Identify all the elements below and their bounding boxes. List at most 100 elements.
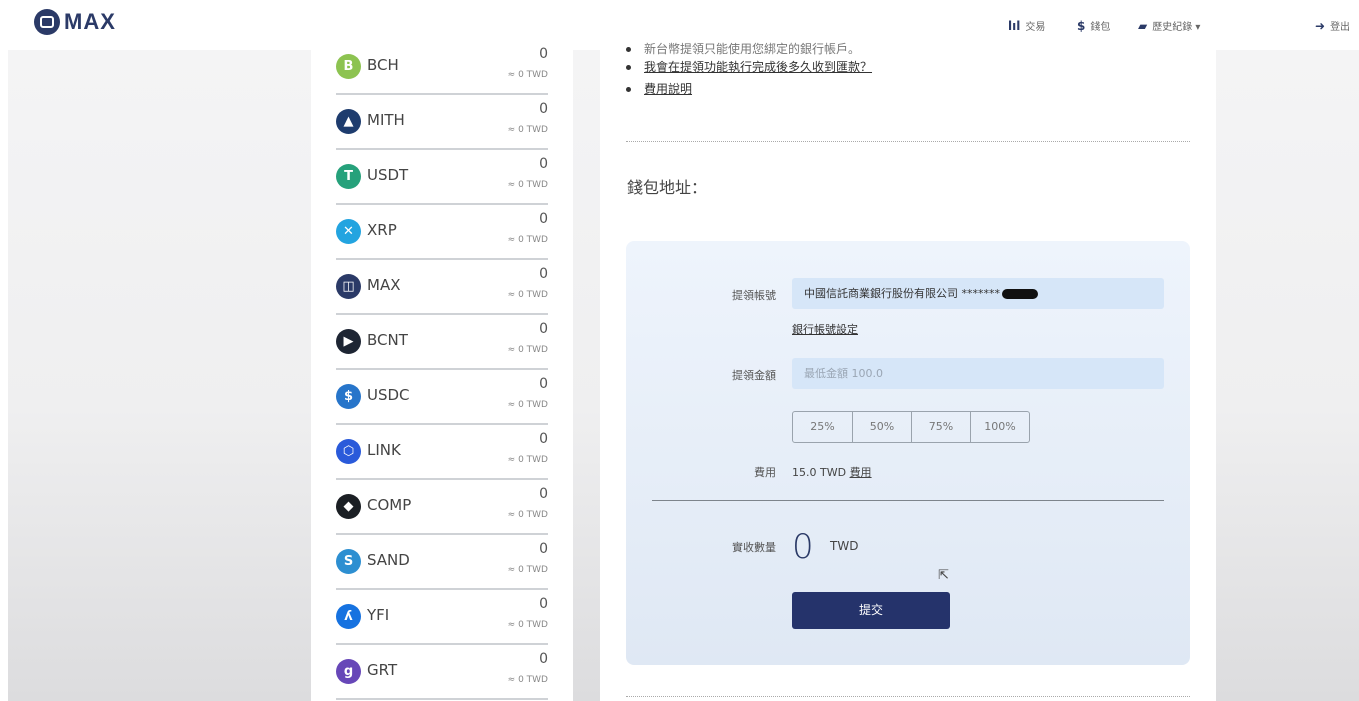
coin-symbol: GRT	[367, 661, 398, 679]
fee-info-link[interactable]: 費用	[850, 466, 872, 479]
faq-list: 新台幣提領只能使用您綁定的銀行帳戶。 我會在提領功能執行完成後多久收到匯款？ 費…	[626, 42, 872, 100]
withdraw-form: 提領帳號 中國信託商業銀行股份有限公司 ******* 銀行帳號設定 提領金額 …	[626, 241, 1190, 665]
nav-trade-label: 交易	[1025, 22, 1046, 33]
nav-logout[interactable]: ➜ 登出	[1315, 18, 1350, 34]
coin-balance: 0	[539, 321, 548, 337]
grt-icon: g	[336, 659, 361, 684]
coin-symbol: SAND	[367, 551, 410, 569]
fee-amount: 15.0 TWD	[792, 466, 847, 479]
coin-symbol: COMP	[367, 496, 412, 514]
coin-balance: 0	[539, 266, 548, 282]
coin-symbol: MAX	[367, 276, 401, 294]
submit-button[interactable]: 提交	[792, 592, 950, 629]
max-icon: ◫	[336, 274, 361, 299]
coin-row-comp[interactable]: ◆ COMP 0 ≈ 0 TWD	[336, 480, 548, 535]
wallet-address-label: 錢包地址：	[627, 178, 708, 197]
bcnt-icon: ▶	[336, 329, 361, 354]
coin-twd-value: ≈ 0 TWD	[507, 565, 548, 575]
percent-100-button[interactable]: 100%	[970, 412, 1029, 442]
coin-balance: 0	[539, 431, 548, 447]
coin-symbol: BCH	[367, 56, 399, 74]
coin-row-yfi[interactable]: ʎ YFI 0 ≈ 0 TWD	[336, 590, 548, 645]
coin-balance: 0	[539, 651, 548, 667]
faq-link-fee[interactable]: 費用說明	[644, 82, 692, 96]
received-label: 實收數量	[732, 541, 776, 554]
faq-link-arrival-time[interactable]: 我會在提領功能執行完成後多久收到匯款？	[644, 60, 872, 74]
divider	[626, 696, 1190, 697]
coin-row-sand[interactable]: S SAND 0 ≈ 0 TWD	[336, 535, 548, 590]
bank-settings-link[interactable]: 銀行帳號設定	[792, 321, 858, 337]
fee-label: 費用	[754, 466, 776, 479]
nav-wallet[interactable]: $ 錢包	[1077, 18, 1110, 34]
coin-symbol: YFI	[367, 606, 390, 624]
coin-balance: 0	[539, 156, 548, 172]
coin-symbol: BCNT	[367, 331, 408, 349]
coin-twd-value: ≈ 0 TWD	[507, 235, 548, 245]
nav-trade[interactable]: lıl 交易	[1008, 18, 1046, 34]
sand-icon: S	[336, 549, 361, 574]
coin-row-xrp[interactable]: ✕ XRP 0 ≈ 0 TWD	[336, 205, 548, 260]
redaction-mark	[1002, 289, 1038, 299]
withdraw-panel: 新台幣提領只能使用您綁定的銀行帳戶。 我會在提領功能執行完成後多久收到匯款？ 費…	[600, 40, 1216, 701]
coin-balance: 0	[539, 211, 548, 227]
yfi-icon: ʎ	[336, 604, 361, 629]
logo-text: MAX	[64, 9, 116, 34]
mouse-cursor-icon: ⇱	[938, 568, 949, 583]
amount-label: 提領金額	[732, 369, 776, 382]
bar-chart-icon: lıl	[1008, 18, 1021, 33]
coin-row-grt[interactable]: g GRT 0 ≈ 0 TWD	[336, 645, 548, 700]
coin-row-mith[interactable]: ▲ MITH 0 ≈ 0 TWD	[336, 95, 548, 150]
received-amount: 0	[792, 527, 814, 567]
usdc-icon: $	[336, 384, 361, 409]
coin-symbol: XRP	[367, 221, 397, 239]
coin-balance: 0	[539, 486, 548, 502]
coin-symbol: USDT	[367, 166, 409, 184]
coin-twd-value: ≈ 0 TWD	[507, 400, 548, 410]
coin-twd-value: ≈ 0 TWD	[507, 345, 548, 355]
coin-balance: 0	[539, 596, 548, 612]
coin-twd-value: ≈ 0 TWD	[507, 70, 548, 80]
max-logo-icon	[34, 9, 60, 35]
coin-twd-value: ≈ 0 TWD	[507, 290, 548, 300]
book-icon: ▰	[1138, 18, 1148, 33]
faq-text-bound-account: 新台幣提領只能使用您綁定的銀行帳戶。	[644, 42, 861, 56]
coin-twd-value: ≈ 0 TWD	[507, 510, 548, 520]
xrp-icon: ✕	[336, 219, 361, 244]
coin-row-link[interactable]: ⬡ LINK 0 ≈ 0 TWD	[336, 425, 548, 480]
coin-row-max[interactable]: ◫ MAX 0 ≈ 0 TWD	[336, 260, 548, 315]
received-unit: TWD	[830, 539, 859, 553]
percent-75-button[interactable]: 75%	[911, 412, 970, 442]
coin-symbol: LINK	[367, 441, 401, 459]
dollar-icon: $	[1077, 18, 1086, 33]
account-select[interactable]: 中國信託商業銀行股份有限公司 *******	[792, 278, 1164, 309]
nav-history-label: 歷史紀錄 ▾	[1152, 22, 1201, 33]
fee-value: 15.0 TWD 費用	[792, 464, 872, 480]
max-logo[interactable]: MAX	[34, 9, 116, 35]
coin-row-bcnt[interactable]: ▶ BCNT 0 ≈ 0 TWD	[336, 315, 548, 370]
coin-balance: 0	[539, 376, 548, 392]
faq-item: 我會在提領功能執行完成後多久收到匯款？	[626, 56, 872, 78]
coin-row-usdt[interactable]: T USDT 0 ≈ 0 TWD	[336, 150, 548, 205]
nav-history[interactable]: ▰ 歷史紀錄 ▾	[1138, 18, 1201, 34]
percent-25-button[interactable]: 25%	[793, 412, 852, 442]
percent-buttons: 25% 50% 75% 100%	[792, 411, 1030, 443]
usdt-icon: T	[336, 164, 361, 189]
coin-balance: 0	[539, 101, 548, 117]
divider	[626, 141, 1190, 142]
link-icon: ⬡	[336, 439, 361, 464]
percent-50-button[interactable]: 50%	[852, 412, 911, 442]
divider	[652, 500, 1164, 501]
coin-row-bch[interactable]: B BCH 0 ≈ 0 TWD	[336, 40, 548, 95]
coin-symbol: USDC	[367, 386, 410, 404]
coin-twd-value: ≈ 0 TWD	[507, 455, 548, 465]
coin-row-usdc[interactable]: $ USDC 0 ≈ 0 TWD	[336, 370, 548, 425]
coin-twd-value: ≈ 0 TWD	[507, 675, 548, 685]
comp-icon: ◆	[336, 494, 361, 519]
bch-icon: B	[336, 54, 361, 79]
coin-symbol: MITH	[367, 111, 405, 129]
account-label: 提領帳號	[732, 289, 776, 302]
amount-input[interactable]: 最低金額 100.0	[792, 358, 1164, 389]
coin-twd-value: ≈ 0 TWD	[507, 125, 548, 135]
mith-icon: ▲	[336, 109, 361, 134]
faq-item: 費用說明	[626, 78, 872, 100]
